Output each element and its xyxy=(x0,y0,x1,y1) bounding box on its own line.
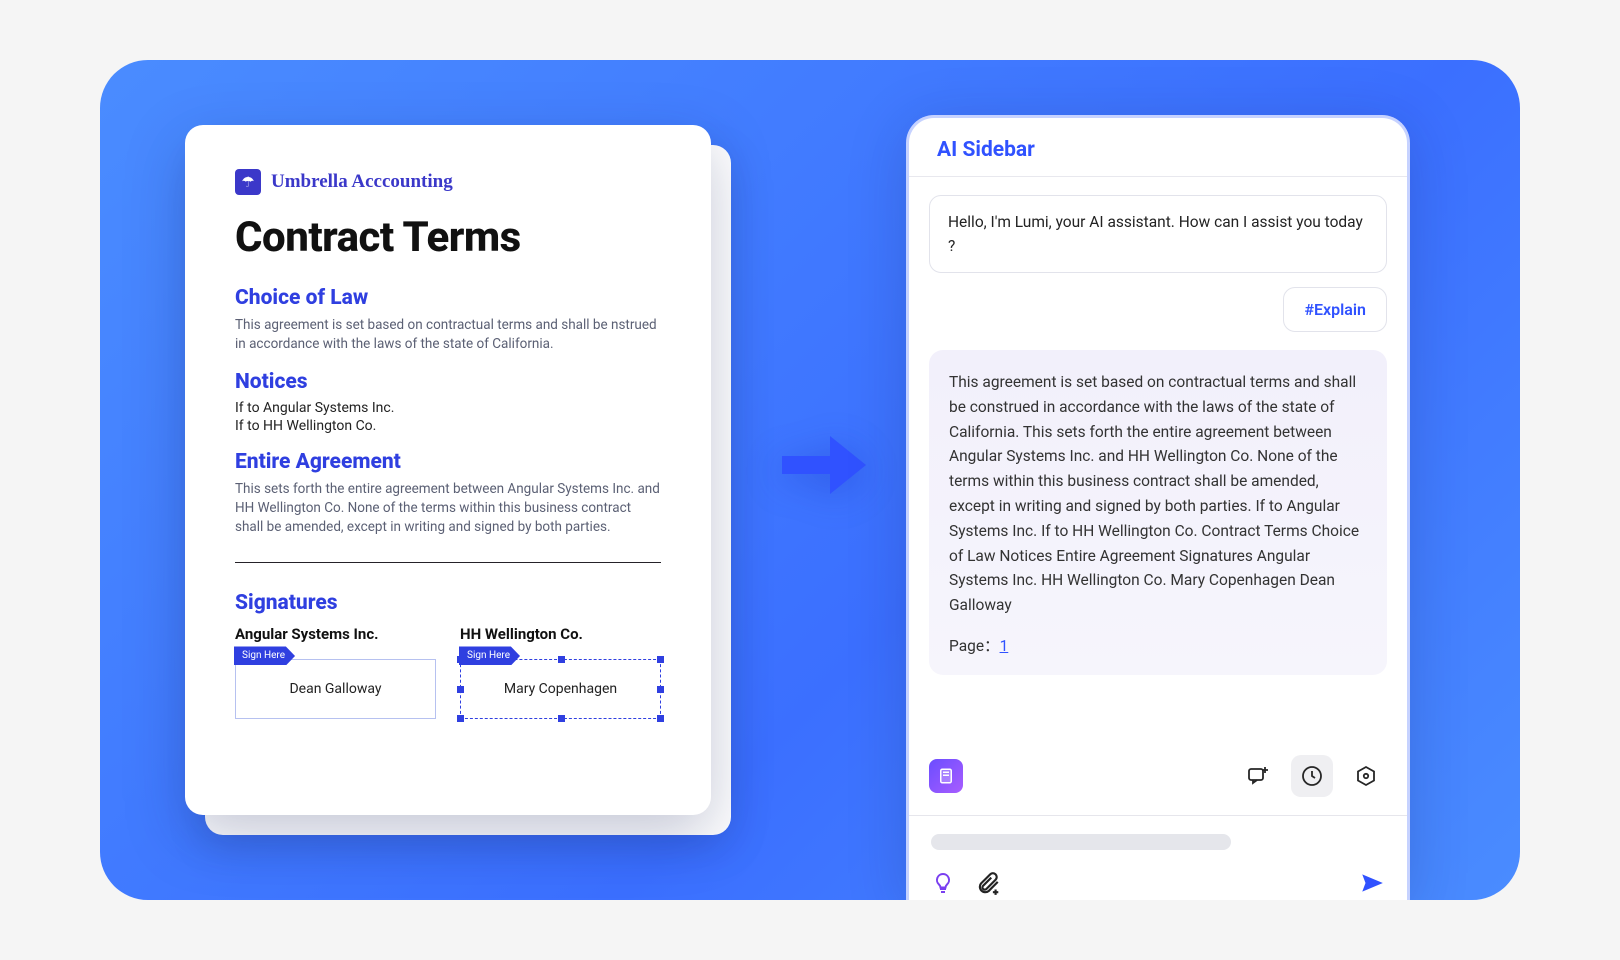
signer-name: Dean Galloway xyxy=(289,681,381,697)
resize-handle[interactable] xyxy=(457,656,464,663)
input-toolbar xyxy=(909,856,1407,900)
assistant-answer: This agreement is set based on contractu… xyxy=(929,350,1387,675)
page-line: Page：1 xyxy=(949,634,1367,659)
sign-here-tag: Sign Here xyxy=(234,646,295,665)
attachment-icon[interactable] xyxy=(975,870,1001,900)
input-placeholder-skeleton xyxy=(931,834,1231,850)
resize-handle[interactable] xyxy=(558,715,565,722)
resize-handle[interactable] xyxy=(657,686,664,693)
resize-handle[interactable] xyxy=(558,656,565,663)
resize-handle[interactable] xyxy=(457,686,464,693)
stage: ☂ Umbrella Acccounting Contract Terms Ch… xyxy=(100,60,1520,900)
section-body-entire-agreement: This sets forth the entire agreement bet… xyxy=(235,480,661,537)
lightbulb-icon[interactable] xyxy=(931,871,955,899)
signature-column: HH Wellington Co. Sign Here Mary Copenha… xyxy=(460,625,661,719)
resize-handle[interactable] xyxy=(457,715,464,722)
section-body-choice-of-law: This agreement is set based on contractu… xyxy=(235,316,661,354)
notebook-icon[interactable] xyxy=(929,759,963,793)
resize-handle[interactable] xyxy=(657,715,664,722)
page-link[interactable]: 1 xyxy=(1000,637,1009,655)
signature-company: Angular Systems Inc. xyxy=(235,625,436,643)
signature-box-selected[interactable]: Sign Here Mary Copenhagen xyxy=(460,659,661,719)
history-icon[interactable] xyxy=(1291,755,1333,797)
answer-text: This agreement is set based on contractu… xyxy=(949,373,1359,614)
assistant-greeting: Hello, I'm Lumi, your AI assistant. How … xyxy=(929,195,1387,273)
brand-name: Umbrella Acccounting xyxy=(271,171,453,193)
notice-line: If to Angular Systems Inc. xyxy=(235,400,661,416)
signature-box[interactable]: Sign Here Dean Galloway xyxy=(235,659,436,719)
section-heading-entire-agreement: Entire Agreement xyxy=(235,450,661,474)
section-heading-choice-of-law: Choice of Law xyxy=(235,286,661,310)
page-label: Page： xyxy=(949,637,1000,655)
signer-name: Mary Copenhagen xyxy=(504,681,617,697)
sidebar-body: Hello, I'm Lumi, your AI assistant. How … xyxy=(909,177,1407,745)
brand: ☂ Umbrella Acccounting xyxy=(235,169,661,195)
sidebar-title: AI Sidebar xyxy=(909,118,1407,177)
document-card: ☂ Umbrella Acccounting Contract Terms Ch… xyxy=(185,125,711,815)
explain-chip[interactable]: #Explain xyxy=(1283,287,1387,332)
sign-here-tag: Sign Here xyxy=(459,646,520,665)
input-area[interactable] xyxy=(909,816,1407,856)
signature-row: Angular Systems Inc. Sign Here Dean Gall… xyxy=(235,625,661,719)
document-title: Contract Terms xyxy=(235,213,661,262)
chip-row: #Explain xyxy=(929,287,1387,332)
resize-handle[interactable] xyxy=(657,656,664,663)
signature-company: HH Wellington Co. xyxy=(460,625,661,643)
send-icon[interactable] xyxy=(1359,870,1385,900)
arrow-icon xyxy=(780,430,870,500)
signature-column: Angular Systems Inc. Sign Here Dean Gall… xyxy=(235,625,436,719)
tool-row xyxy=(909,745,1407,807)
divider xyxy=(235,562,661,563)
notice-line: If to HH Wellington Co. xyxy=(235,418,661,434)
chat-add-icon[interactable] xyxy=(1237,755,1279,797)
ai-sidebar-panel: AI Sidebar Hello, I'm Lumi, your AI assi… xyxy=(906,115,1410,900)
settings-hex-icon[interactable] xyxy=(1345,755,1387,797)
umbrella-icon: ☂ xyxy=(235,169,261,195)
section-heading-signatures: Signatures xyxy=(235,591,661,615)
section-heading-notices: Notices xyxy=(235,370,661,394)
